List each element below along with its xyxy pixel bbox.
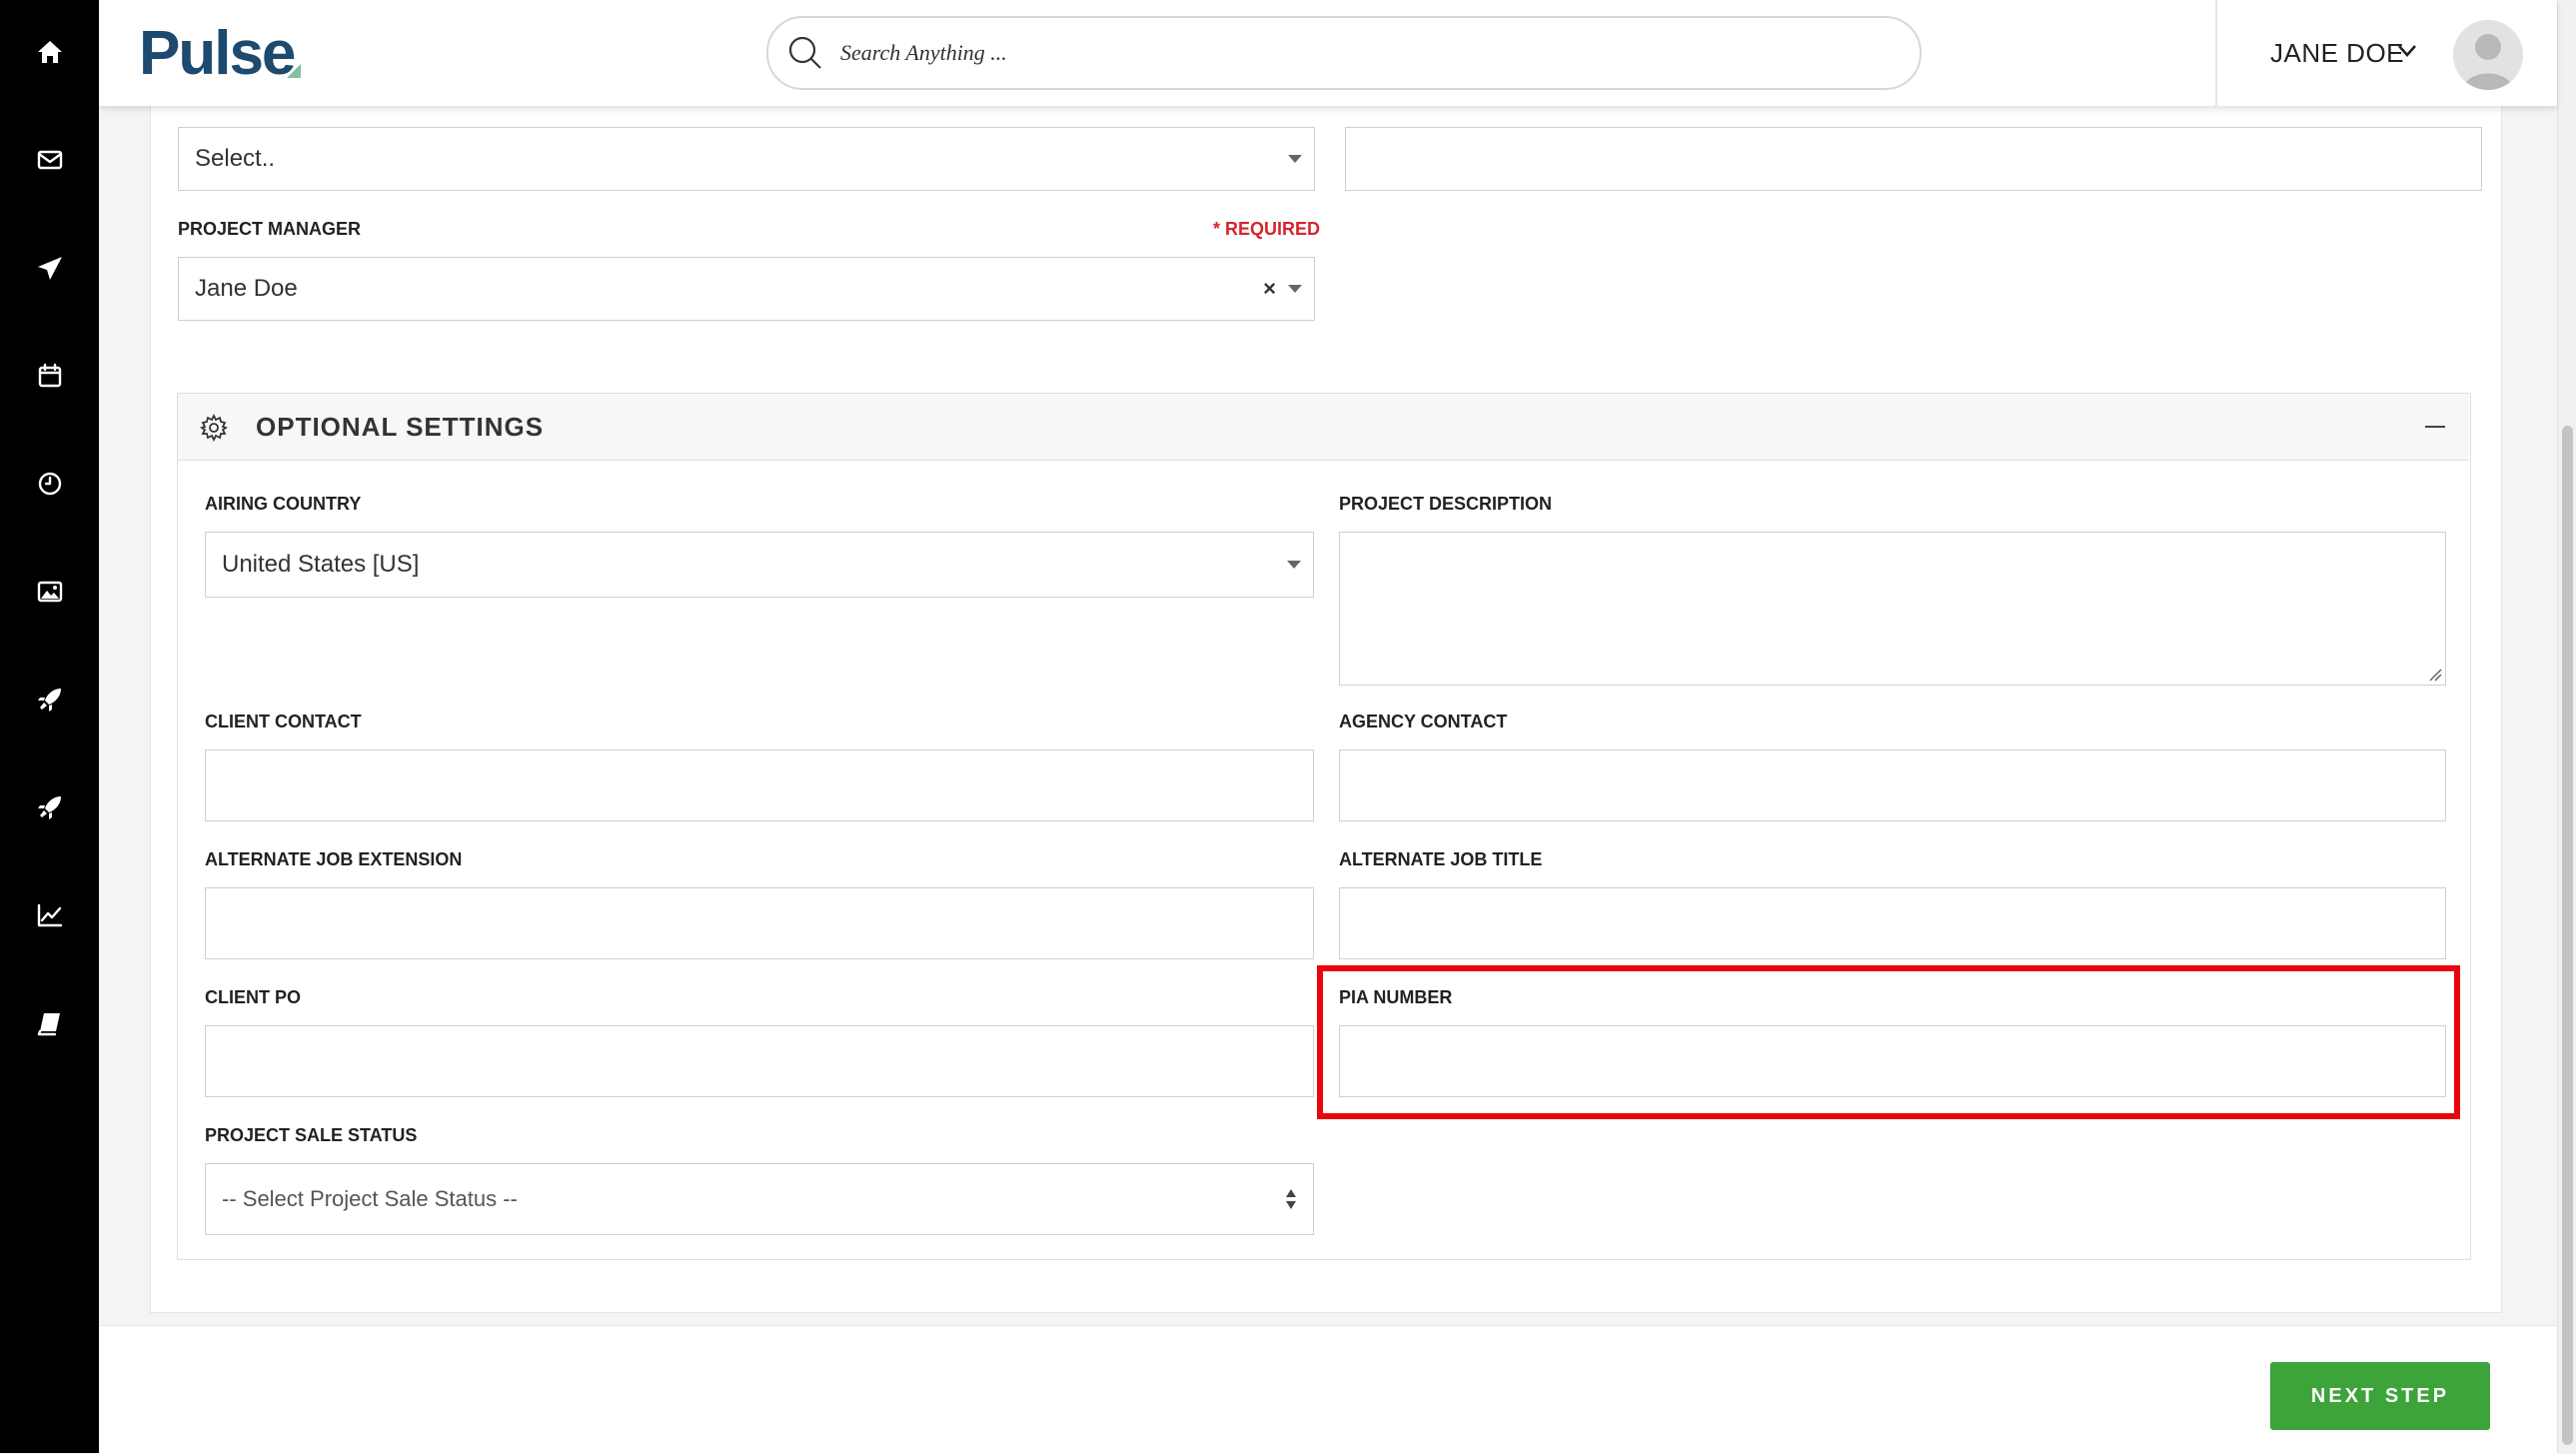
- client-po-label: CLIENT PO: [205, 987, 302, 1007]
- project-form-panel: Select.. PROJECT MANAGER * REQUIRED Jane…: [150, 90, 2502, 1313]
- project-description-textarea[interactable]: [1339, 532, 2446, 686]
- avatar[interactable]: [2453, 20, 2523, 90]
- agency-contact-input[interactable]: [1339, 749, 2446, 821]
- send-icon[interactable]: [30, 248, 70, 288]
- project-sale-status-label: PROJECT SALE STATUS: [205, 1125, 418, 1145]
- project-sale-status-select[interactable]: -- Select Project Sale Status --: [205, 1163, 1314, 1235]
- project-manager-label: PROJECT MANAGER: [178, 219, 362, 239]
- user-name[interactable]: JANE DOE: [2270, 38, 2404, 69]
- book-icon[interactable]: [30, 1003, 70, 1043]
- gear-icon: [199, 413, 229, 443]
- next-step-button[interactable]: NEXT STEP: [2270, 1362, 2490, 1430]
- highlight-box: [1317, 965, 2460, 1119]
- rocket-icon[interactable]: [30, 680, 70, 720]
- calendar-icon[interactable]: [30, 356, 70, 396]
- resize-handle-icon[interactable]: [2428, 668, 2442, 682]
- alternate-job-title-label: ALTERNATE JOB TITLE: [1339, 849, 1543, 869]
- image-icon[interactable]: [30, 572, 70, 612]
- clock-icon[interactable]: [30, 464, 70, 504]
- header-divider: [2215, 0, 2217, 106]
- airing-country-select[interactable]: United States [US]: [205, 532, 1314, 598]
- top-header: Pulse JANE DOE: [99, 0, 2557, 106]
- alternate-job-extension-label: ALTERNATE JOB EXTENSION: [205, 849, 463, 869]
- client-po-input[interactable]: [205, 1025, 1314, 1097]
- alternate-job-title-input[interactable]: [1339, 887, 2446, 959]
- optional-settings-title: OPTIONAL SETTINGS: [256, 412, 545, 442]
- sidebar: [0, 0, 99, 1453]
- chevron-down-icon: [1288, 155, 1302, 163]
- project-sale-status-value: -- Select Project Sale Status --: [222, 1186, 518, 1211]
- updown-arrows-icon: [1285, 1188, 1297, 1210]
- optional-settings-section: OPTIONAL SETTINGS AIRING COUNTRY United …: [177, 393, 2471, 1260]
- chevron-down-icon: [1287, 561, 1301, 569]
- optional-settings-header[interactable]: OPTIONAL SETTINGS: [178, 394, 2469, 461]
- search-input[interactable]: [838, 32, 1892, 74]
- client-contact-input[interactable]: [205, 749, 1314, 821]
- pulse-logo[interactable]: Pulse: [139, 18, 296, 89]
- chevron-down-icon[interactable]: [2397, 44, 2417, 58]
- project-manager-select[interactable]: Jane Doe ×: [178, 257, 1315, 321]
- project-manager-value: Jane Doe: [195, 275, 298, 302]
- clear-icon[interactable]: ×: [1263, 276, 1276, 302]
- search-bar[interactable]: [766, 16, 1922, 90]
- project-title-input[interactable]: [1345, 127, 2482, 191]
- project-description-label: PROJECT DESCRIPTION: [1339, 494, 1553, 514]
- home-icon[interactable]: [30, 32, 70, 72]
- agency-contact-label: AGENCY CONTACT: [1339, 712, 1508, 731]
- rocket-alt-icon[interactable]: [30, 787, 70, 827]
- required-marker: * REQUIRED: [1213, 219, 1321, 239]
- brand-select[interactable]: Select..: [178, 127, 1315, 191]
- airing-country-value: United States [US]: [222, 551, 420, 578]
- mail-icon[interactable]: [30, 140, 70, 180]
- search-icon: [786, 34, 824, 72]
- logo-mark: [287, 64, 301, 78]
- alternate-job-extension-input[interactable]: [205, 887, 1314, 959]
- footer-bar: [99, 1325, 2557, 1454]
- client-contact-label: CLIENT CONTACT: [205, 712, 362, 731]
- page-scrollbar[interactable]: [2557, 0, 2576, 1453]
- collapse-icon[interactable]: [2425, 426, 2445, 428]
- chevron-down-icon: [1288, 285, 1302, 293]
- airing-country-label: AIRING COUNTRY: [205, 494, 362, 514]
- chart-icon[interactable]: [30, 895, 70, 935]
- brand-select-value: Select..: [195, 145, 276, 172]
- scrollbar-thumb[interactable]: [2562, 426, 2573, 1445]
